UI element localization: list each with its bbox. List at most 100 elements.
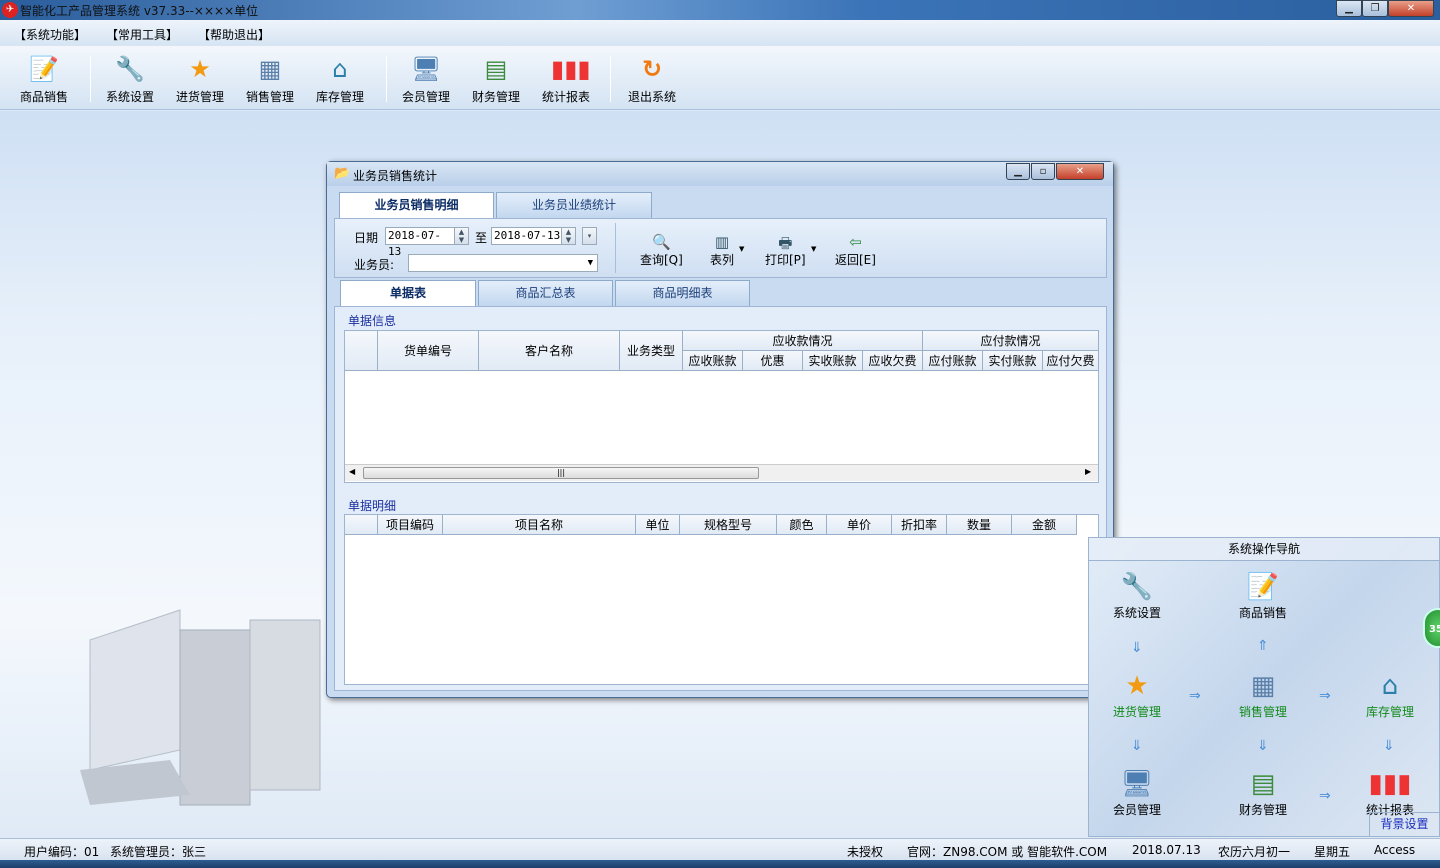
arrow-up-icon: ⇑ bbox=[1257, 638, 1269, 654]
toolbar-member-button[interactable]: 🖥 会员管理 bbox=[395, 52, 457, 108]
scroll-right-icon[interactable]: ▶ bbox=[1085, 467, 1091, 476]
nav-member[interactable]: 🖥 会员管理 bbox=[1097, 767, 1177, 818]
register-icon: ▤ bbox=[484, 55, 508, 83]
column-header[interactable]: 应付欠费 bbox=[1043, 351, 1099, 371]
print-button[interactable]: 🖶 打印[P] bbox=[765, 233, 806, 268]
nav-sales[interactable]: 📝 商品销售 bbox=[1223, 570, 1303, 621]
chevron-down-icon: ▼ bbox=[587, 258, 593, 268]
column-header[interactable]: 应收欠费 bbox=[863, 351, 923, 371]
calculator-icon: ▦ bbox=[1250, 671, 1276, 701]
column-header[interactable]: 实收账款 bbox=[803, 351, 863, 371]
toolbar-finance-button[interactable]: ▤ 财务管理 bbox=[465, 52, 527, 108]
column-group-header[interactable]: 应付款情况 bbox=[923, 331, 1099, 351]
star-icon: ★ bbox=[189, 55, 211, 83]
printer-icon: 🖶 bbox=[778, 234, 793, 252]
salesman-select[interactable]: ▼ bbox=[408, 254, 598, 272]
menu-bar: 【系统功能】 【常用工具】 【帮助退出】 bbox=[0, 20, 1440, 46]
tab-product-detail[interactable]: 商品明细表 bbox=[615, 280, 750, 306]
date-to-input[interactable]: 2018-07-13 bbox=[491, 227, 563, 245]
door-exit-icon: ⇦ bbox=[849, 233, 862, 251]
maximize-button[interactable]: ❐ bbox=[1362, 0, 1388, 17]
print-dropdown-icon[interactable]: ▼ bbox=[811, 245, 816, 253]
nav-sales-mgmt[interactable]: ▦ 销售管理 bbox=[1223, 669, 1303, 720]
toolbar-exit-button[interactable]: ↻ 退出系统 bbox=[621, 52, 683, 108]
tab-product-summary[interactable]: 商品汇总表 bbox=[478, 280, 613, 306]
hand-paper-icon: 📝 bbox=[1246, 572, 1280, 602]
column-header[interactable]: 应收账款 bbox=[683, 351, 743, 371]
documents-grid: 货单编号 客户名称 业务类型 应收款情况 应付款情况应收账款 优惠 实收账款 应收欠费 应付账款… bbox=[344, 330, 1099, 483]
horizontal-scrollbar[interactable]: ◀ ||| ▶ bbox=[345, 464, 1098, 481]
row-indicator-header bbox=[345, 331, 378, 371]
computer-illustration-icon bbox=[80, 609, 321, 806]
date-to-spinner[interactable]: ▲ ▼ bbox=[561, 227, 576, 245]
salesman-label: 业务员: bbox=[354, 258, 395, 272]
toolbar-separator bbox=[90, 56, 91, 102]
column-header[interactable]: 实付账款 bbox=[983, 351, 1043, 371]
date-dropdown-button[interactable]: ▾ bbox=[582, 227, 597, 245]
toolbar-sales-button[interactable]: 📝 商品销售 bbox=[13, 52, 75, 108]
toolbar-purchase-button[interactable]: ★ 进货管理 bbox=[169, 52, 231, 108]
return-button[interactable]: ⇦ 返回[E] bbox=[835, 233, 876, 268]
toolbar-report-button[interactable]: ▮▮▮ 统计报表 bbox=[535, 52, 597, 108]
os-taskbar bbox=[0, 860, 1440, 868]
title-bar: ✈ 智能化工产品管理系统 v37.33--××××单位 ▁ ❐ ✕ bbox=[0, 0, 1440, 20]
column-header[interactable]: 金额 bbox=[1012, 515, 1077, 535]
calculator-icon: ▦ bbox=[258, 55, 282, 83]
column-header[interactable]: 项目编码 bbox=[378, 515, 443, 535]
arrow-down-icon: ⇓ bbox=[1131, 640, 1143, 656]
close-button[interactable]: ✕ bbox=[1388, 0, 1434, 17]
column-header[interactable]: 项目名称 bbox=[443, 515, 636, 535]
nav-inventory[interactable]: ⌂ 库存管理 bbox=[1350, 669, 1430, 720]
column-header[interactable]: 客户名称 bbox=[479, 331, 620, 371]
menu-system[interactable]: 【系统功能】 bbox=[14, 26, 86, 43]
toolbar-separator bbox=[610, 56, 611, 102]
column-group-header[interactable]: 应收款情况 bbox=[683, 331, 923, 351]
column-header[interactable]: 优惠 bbox=[743, 351, 803, 371]
column-header[interactable]: 单位 bbox=[636, 515, 680, 535]
scroll-left-icon[interactable]: ◀ bbox=[349, 467, 355, 476]
column-header[interactable]: 单价 bbox=[827, 515, 892, 535]
floating-badge[interactable]: 35 bbox=[1423, 608, 1440, 648]
sub-tabs: 单据表 商品汇总表 商品明细表 bbox=[340, 280, 1110, 307]
nav-report[interactable]: ▮▮▮ 统计报表 bbox=[1350, 767, 1430, 818]
column-header[interactable]: 颜色 bbox=[777, 515, 827, 535]
bar-chart-icon: ▮▮▮ bbox=[1368, 769, 1412, 799]
column-header[interactable]: 货单编号 bbox=[378, 331, 479, 371]
menu-help[interactable]: 【帮助退出】 bbox=[198, 26, 270, 43]
minimize-button[interactable]: ▁ bbox=[1336, 0, 1362, 17]
status-bar: 用户编码：01 系统管理员：张三 未授权 官网：ZN98.COM 或 智能软件.… bbox=[0, 838, 1440, 860]
toolbar-inventory-button[interactable]: ⌂ 库存管理 bbox=[309, 52, 371, 108]
exit-icon: ↻ bbox=[641, 55, 663, 83]
date-from-input[interactable]: 2018-07-13 bbox=[385, 227, 455, 258]
nav-settings[interactable]: 🔧 系统设置 bbox=[1097, 570, 1177, 621]
window-title: 智能化工产品管理系统 v37.33--××××单位 bbox=[20, 4, 259, 18]
column-header[interactable]: 规格型号 bbox=[680, 515, 777, 535]
dialog-maximize-button[interactable]: ▫ bbox=[1031, 163, 1055, 180]
tab-salesman-detail[interactable]: 业务员销售明细 bbox=[339, 192, 494, 219]
toolbar-sales-mgmt-button[interactable]: ▦ 销售管理 bbox=[239, 52, 301, 108]
query-button[interactable]: 🔍 查询[Q] bbox=[640, 233, 683, 268]
bar-chart-icon: ▮▮▮ bbox=[551, 55, 591, 83]
operation-navigation-panel: 系统操作导航 🔧 系统设置 📝 商品销售 ★ 进货管理 ▦ 销售管理 ⌂ 库存管理 🖥 会员… bbox=[1088, 537, 1440, 837]
date-from-spinner[interactable]: ▲ ▼ bbox=[454, 227, 469, 245]
dialog-minimize-button[interactable]: ▁ bbox=[1006, 163, 1030, 180]
column-header[interactable]: 业务类型 bbox=[620, 331, 683, 371]
nav-purchase[interactable]: ★ 进货管理 bbox=[1097, 669, 1177, 720]
column-header[interactable]: 数量 bbox=[947, 515, 1012, 535]
search-icon: 🔍 bbox=[652, 233, 671, 251]
menu-tools[interactable]: 【常用工具】 bbox=[106, 26, 178, 43]
background-settings-link[interactable]: 背景设置 bbox=[1369, 812, 1439, 836]
column-header[interactable]: 折扣率 bbox=[892, 515, 947, 535]
dialog-title: 业务员销售统计 bbox=[353, 169, 438, 183]
scrollbar-thumb[interactable]: ||| bbox=[363, 467, 759, 479]
columns-dropdown-icon[interactable]: ▼ bbox=[739, 245, 744, 253]
status-site: 官网：ZN98.COM 或 智能软件.COM bbox=[907, 845, 1108, 859]
tab-documents[interactable]: 单据表 bbox=[340, 280, 476, 307]
columns-button[interactable]: ▥ 表列 bbox=[710, 233, 734, 268]
dialog-close-button[interactable]: ✕ bbox=[1056, 163, 1104, 180]
app-logo-icon: ✈ bbox=[2, 2, 18, 18]
column-header[interactable]: 应付账款 bbox=[923, 351, 983, 371]
nav-finance[interactable]: ▤ 财务管理 bbox=[1223, 767, 1303, 818]
tab-salesman-performance[interactable]: 业务员业绩统计 bbox=[496, 192, 652, 218]
toolbar-settings-button[interactable]: 🔧 系统设置 bbox=[99, 52, 161, 108]
